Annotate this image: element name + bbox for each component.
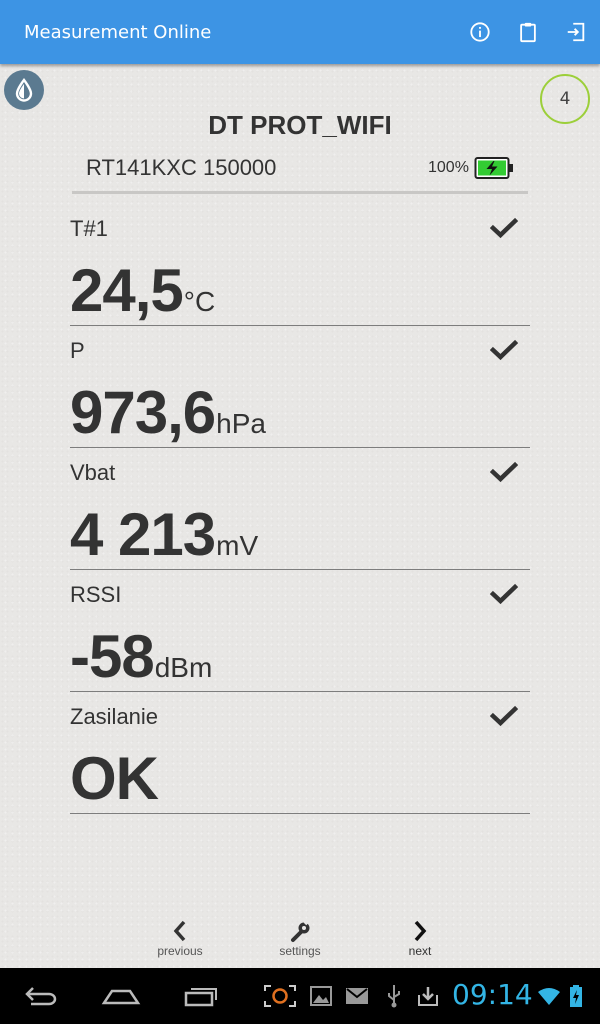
measurement-label: T#1 [70, 216, 108, 241]
measurement-value: 973,6hPa [70, 378, 266, 447]
previous-button[interactable]: previous [140, 910, 220, 966]
clipboard-icon [520, 22, 536, 43]
measurement-label: P [70, 338, 85, 363]
settings-button[interactable]: settings [260, 910, 340, 966]
logout-button[interactable] [552, 0, 600, 64]
measurement-value: -58dBm [70, 622, 212, 691]
measurement-row[interactable]: RSSI -58dBm [70, 570, 530, 692]
water-drop-icon [15, 78, 33, 102]
measurement-unit: hPa [216, 408, 266, 439]
device-name: DT PROT_WIFI [208, 110, 392, 140]
recents-icon [184, 988, 217, 1007]
battery-percent: 100% [428, 159, 469, 176]
home-button[interactable] [98, 968, 144, 1024]
measurement-number: 4 213 [70, 501, 216, 568]
screenshot-icon [264, 985, 296, 1007]
measurement-value: OK [70, 744, 159, 813]
usb-notification[interactable] [383, 968, 405, 1024]
previous-label: previous [157, 944, 203, 958]
status-clock: 09:14 [452, 978, 533, 1011]
system-bar: 09:14 [0, 968, 600, 1024]
app-bar-actions [456, 0, 600, 64]
check-icon [490, 339, 518, 361]
measurement-value: 4 213mV [70, 500, 258, 569]
measurement-row[interactable]: Zasilanie OK [70, 692, 530, 814]
bottom-nav: previous settings next [0, 910, 600, 968]
mail-notification[interactable] [344, 968, 370, 1024]
measurement-number: 973,6 [70, 379, 216, 446]
battery-status-icon [570, 985, 582, 1007]
check-icon [490, 583, 518, 605]
chevron-right-icon [414, 920, 427, 942]
measurement-row[interactable]: Vbat 4 213mV [70, 448, 530, 570]
measurement-number: OK [70, 745, 159, 812]
check-icon [490, 461, 518, 483]
wifi-icon [538, 988, 560, 1005]
next-button[interactable]: next [380, 910, 460, 966]
measurement-label: Zasilanie [70, 704, 159, 729]
info-icon [470, 22, 490, 42]
measurement-row[interactable]: T#1 24,5°C [70, 204, 530, 326]
screenshot-notification[interactable] [262, 968, 298, 1024]
measurement-value: 24,5°C [70, 256, 215, 325]
back-button[interactable] [18, 968, 64, 1024]
device-info-row: RT141KXC 150000 100% [72, 150, 528, 194]
usb-icon [388, 985, 400, 1008]
recents-button[interactable] [178, 968, 224, 1024]
battery-charging-icon [474, 157, 513, 179]
back-icon [25, 987, 57, 1006]
image-icon [310, 986, 332, 1006]
info-button[interactable] [456, 0, 504, 64]
measurement-number: -58 [70, 623, 155, 690]
measurement-row[interactable]: P 973,6hPa [70, 326, 530, 448]
battery-status [566, 968, 586, 1024]
check-icon [490, 217, 518, 239]
drop-button[interactable] [4, 70, 44, 110]
settings-label: settings [279, 944, 321, 958]
wifi-status [536, 968, 562, 1024]
gallery-notification[interactable] [309, 968, 333, 1024]
home-icon [101, 989, 141, 1005]
clipboard-button[interactable] [504, 0, 552, 64]
device-serial: RT141KXC 150000 [86, 155, 277, 180]
app-bar: Measurement Online [0, 0, 600, 64]
device-count: 4 [559, 89, 571, 109]
next-label: next [408, 944, 432, 958]
check-icon [490, 705, 518, 727]
main-content: 4 DT PROT_WIFI RT141KXC 150000 100% T#1 … [0, 64, 600, 968]
chevron-left-icon [173, 920, 186, 942]
measurement-unit: mV [216, 530, 259, 561]
download-icon [418, 987, 438, 1006]
measurement-label: Vbat [70, 460, 116, 485]
measurement-unit: dBm [154, 652, 213, 683]
logout-icon [567, 22, 585, 42]
measurement-number: 24,5 [70, 257, 184, 324]
measurement-label: RSSI [70, 582, 122, 607]
app-title: Measurement Online [24, 21, 212, 43]
download-notification[interactable] [416, 968, 440, 1024]
mail-icon [346, 988, 368, 1004]
wrench-icon [291, 918, 311, 942]
measurement-unit: °C [183, 286, 216, 317]
